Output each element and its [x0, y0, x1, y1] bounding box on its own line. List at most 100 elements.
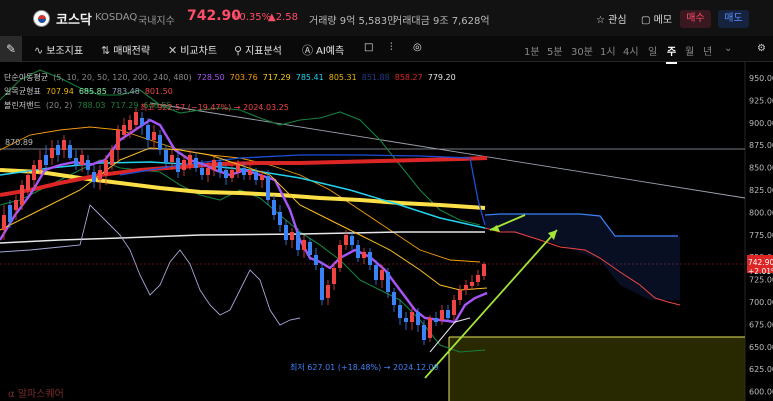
candle-body — [92, 172, 96, 182]
sma-value: 728.50 — [196, 73, 225, 82]
period-1hour[interactable]: 1시 — [600, 43, 616, 58]
sma-value: 858.27 — [394, 73, 423, 82]
candle-body — [224, 170, 228, 178]
candle-body — [236, 165, 240, 172]
last-price-label: 742.90 +2.01% — [748, 258, 773, 276]
bollinger-value: 717.29 — [110, 101, 139, 110]
candle-body — [458, 290, 462, 300]
indicator-button[interactable]: ∿ 보조지표 — [34, 42, 83, 57]
favorite-button[interactable]: ☆ 관심 — [596, 11, 627, 26]
sma-value: 785.41 — [295, 73, 324, 82]
y-tick-label: 950.00 — [749, 74, 773, 83]
candle-body — [200, 168, 204, 175]
candle-body — [404, 318, 408, 322]
candle-body — [266, 176, 270, 200]
candle-body — [20, 185, 24, 205]
candle-body — [74, 158, 78, 165]
candle-body — [170, 155, 174, 162]
memo-icon: ▢ — [641, 15, 651, 26]
candle-body — [104, 160, 108, 175]
period-month[interactable]: 월 — [685, 43, 694, 58]
period-30min[interactable]: 30분 — [571, 43, 593, 58]
candle-body — [452, 300, 456, 315]
candle-body — [242, 168, 246, 175]
candle-body — [2, 215, 6, 230]
candle-body — [176, 158, 180, 172]
candle-body — [374, 265, 378, 280]
candle-body — [248, 170, 252, 175]
candle-body — [362, 252, 366, 258]
candle-body — [428, 318, 432, 338]
candle-body — [122, 125, 126, 135]
price-chart[interactable]: 950.00 925.00 900.00 875.00 850.00 825.00 800.… — [0, 62, 773, 401]
y-tick-label: 700.00 — [749, 298, 773, 307]
buy-button[interactable]: 매수 — [680, 10, 711, 28]
candle-body — [284, 225, 288, 240]
memo-button[interactable]: ▢ 메모 — [641, 11, 672, 26]
candle-body — [86, 160, 90, 170]
shaded-zone — [449, 337, 745, 401]
candle-body — [398, 305, 402, 318]
candle-body — [188, 155, 192, 165]
y-tick-label: 650.00 — [749, 343, 773, 352]
pencil-icon[interactable]: ✎ — [0, 36, 22, 62]
sell-button[interactable]: 매도 — [718, 10, 749, 28]
analysis-icon: ⚲ — [234, 44, 243, 57]
ai-prediction-button[interactable]: Ⓐ AI예측 — [302, 42, 344, 58]
strategy-icon: ⇅ — [101, 44, 111, 57]
candle-body — [152, 132, 156, 140]
period-day[interactable]: 일 — [648, 43, 657, 58]
candle-body — [308, 242, 312, 255]
sma-value: 805.31 — [328, 73, 357, 82]
high-annotation: 최고 922.57 (−19.47%) → 2024.03.25 — [140, 103, 289, 112]
ichimoku-value: 707.94 — [45, 87, 74, 96]
candle-body — [332, 268, 336, 284]
candle-body — [206, 168, 210, 175]
ichimoku-legend: 일목균형표 707.94 685.85 783.48 801.50 — [4, 87, 173, 96]
layout-square-icon[interactable]: □ — [364, 42, 373, 53]
candle-body — [410, 312, 414, 322]
candle-body — [140, 118, 144, 125]
settings-gear-icon[interactable]: ⚙ — [757, 43, 766, 54]
candle-body — [260, 175, 264, 180]
candle-body — [272, 200, 276, 215]
period-week[interactable]: 주 — [665, 43, 678, 64]
period-5min[interactable]: 5분 — [547, 43, 563, 58]
sma-legend: 단순이동평균 (5, 10, 20, 50, 120, 200, 240, 480… — [4, 73, 456, 82]
low-annotation: 최저 627.01 (+18.48%) → 2024.12.09 — [290, 363, 439, 372]
candle-body — [80, 155, 84, 165]
candle-body — [110, 150, 114, 165]
period-1min[interactable]: 1분 — [524, 43, 540, 58]
period-year[interactable]: 년 — [703, 43, 712, 58]
screenshot-camera-icon[interactable]: ◎ — [413, 42, 422, 53]
candle-body — [158, 135, 162, 150]
candle-body — [422, 325, 426, 340]
candle-body — [470, 282, 474, 286]
trade-amount-text: 거래대금 9조 7,628억 — [393, 16, 490, 27]
candle-body — [482, 264, 486, 276]
candle-body — [62, 140, 66, 150]
y-tick-label: 825.00 — [749, 186, 773, 195]
candle-body — [434, 318, 438, 322]
candle-body — [8, 205, 12, 222]
y-tick-label: 800.00 — [749, 208, 773, 217]
strategy-button[interactable]: ⇅ 매매전략 — [101, 42, 150, 57]
chevron-down-icon[interactable]: ⌄ — [724, 43, 732, 54]
period-4hour[interactable]: 4시 — [623, 43, 639, 58]
candle-body — [392, 292, 396, 305]
candle-body — [146, 125, 150, 140]
sma-value: 851.88 — [361, 73, 390, 82]
candle-body — [44, 155, 48, 165]
candle-body — [164, 150, 168, 162]
candle-type-icon[interactable]: ⫶ — [390, 42, 393, 53]
indicator-icon: ∿ — [34, 44, 44, 57]
indicator-analysis-button[interactable]: ⚲ 지표분석 — [234, 42, 282, 57]
compare-chart-button[interactable]: ✕ 비교차트 — [168, 42, 217, 57]
candle-body — [128, 120, 132, 130]
compare-icon: ✕ — [168, 44, 178, 57]
candle-body — [230, 170, 234, 178]
candle-body — [254, 172, 258, 180]
y-tick-label: 900.00 — [749, 119, 773, 128]
stock-header: 코스닥 KOSDAQ 국내지수 742.90 +0.35% ▲2.58 거래량 … — [0, 0, 773, 36]
logo-icon: α — [8, 389, 15, 400]
